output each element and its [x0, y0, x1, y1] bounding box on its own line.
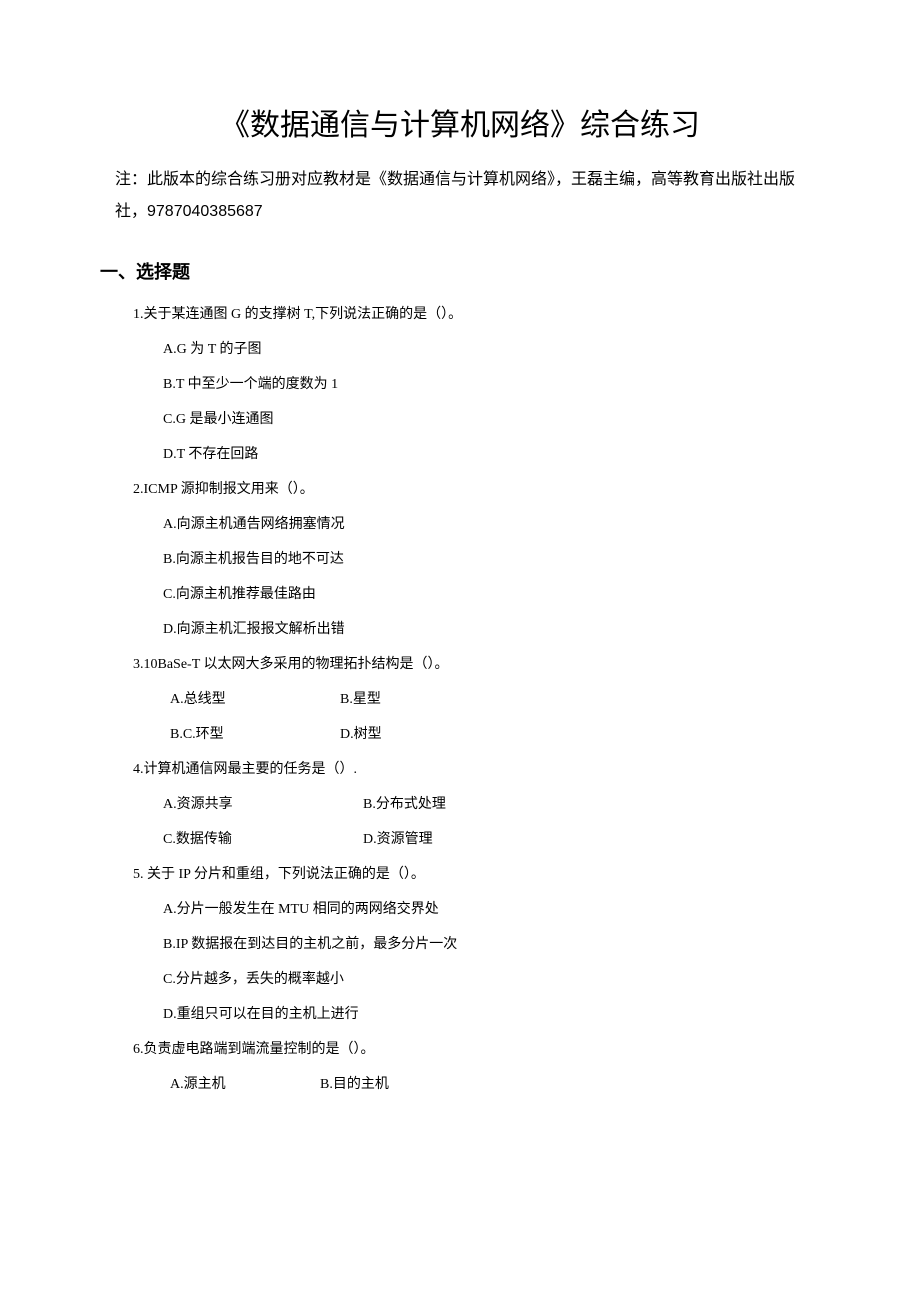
- question-item: 4.计算机通信网最主要的任务是（）. A.资源共享 B.分布式处理 C.数据传输…: [115, 759, 805, 850]
- option: D.资源管理: [363, 829, 563, 850]
- option: C.G 是最小连通图: [163, 409, 805, 430]
- option: D.T 不存在回路: [163, 444, 805, 465]
- question-item: 6.负责虚电路端到端流量控制的是（）。 A.源主机 B.目的主机: [115, 1039, 805, 1095]
- option: B.T 中至少一个端的度数为 1: [163, 374, 805, 395]
- question-text: 4.计算机通信网最主要的任务是（）.: [133, 759, 805, 780]
- option: C.分片越多，丢失的概率越小: [163, 969, 805, 990]
- option: D.向源主机汇报报文解析出错: [163, 619, 805, 640]
- option: B.目的主机: [320, 1074, 490, 1095]
- option: A.总线型: [170, 689, 340, 710]
- question-text: 5. 关于 IP 分片和重组，下列说法正确的是（）。: [133, 864, 805, 885]
- option-list: A.向源主机通告网络拥塞情况 B.向源主机报告目的地不可达 C.向源主机推荐最佳…: [163, 514, 805, 640]
- question-item: 1.关于某连通图 G 的支撑树 T,下列说法正确的是（）。 A.G 为 T 的子…: [115, 304, 805, 465]
- document-note: 注：此版本的综合练习册对应教材是《数据通信与计算机网络》，王磊主编，高等教育出版…: [115, 164, 805, 228]
- option: B.向源主机报告目的地不可达: [163, 549, 805, 570]
- option: B.星型: [340, 689, 510, 710]
- option: A.分片一般发生在 MTU 相同的两网络交界处: [163, 899, 805, 920]
- option: A.资源共享: [163, 794, 363, 815]
- option: B.IP 数据报在到达目的主机之前，最多分片一次: [163, 934, 805, 955]
- option: C.向源主机推荐最佳路由: [163, 584, 805, 605]
- option: D.树型: [340, 724, 510, 745]
- option-row: A.资源共享 B.分布式处理: [163, 794, 805, 815]
- option: B.C.环型: [170, 724, 340, 745]
- question-item: 2.ICMP 源抑制报文用来（）。 A.向源主机通告网络拥塞情况 B.向源主机报…: [115, 479, 805, 640]
- option: D.重组只可以在目的主机上进行: [163, 1004, 805, 1025]
- question-item: 5. 关于 IP 分片和重组，下列说法正确的是（）。 A.分片一般发生在 MTU…: [115, 864, 805, 1025]
- option-row: A.总线型 B.星型: [170, 689, 805, 710]
- section-heading: 一、选择题: [100, 258, 805, 284]
- question-item: 3.10BaSe-T 以太网大多采用的物理拓扑结构是（）。 A.总线型 B.星型…: [115, 654, 805, 745]
- document-page: 《数据通信与计算机网络》综合练习 注：此版本的综合练习册对应教材是《数据通信与计…: [0, 0, 920, 1189]
- option-list: A.分片一般发生在 MTU 相同的两网络交界处 B.IP 数据报在到达目的主机之…: [163, 899, 805, 1025]
- question-text: 3.10BaSe-T 以太网大多采用的物理拓扑结构是（）。: [133, 654, 805, 675]
- option-row: C.数据传输 D.资源管理: [163, 829, 805, 850]
- option: C.数据传输: [163, 829, 363, 850]
- option-row: B.C.环型 D.树型: [170, 724, 805, 745]
- option: A.G 为 T 的子图: [163, 339, 805, 360]
- option-list: A.G 为 T 的子图 B.T 中至少一个端的度数为 1 C.G 是最小连通图 …: [163, 339, 805, 465]
- option: A.向源主机通告网络拥塞情况: [163, 514, 805, 535]
- question-text: 2.ICMP 源抑制报文用来（）。: [133, 479, 805, 500]
- document-title: 《数据通信与计算机网络》综合练习: [115, 100, 805, 144]
- question-text: 6.负责虚电路端到端流量控制的是（）。: [133, 1039, 805, 1060]
- question-text: 1.关于某连通图 G 的支撑树 T,下列说法正确的是（）。: [133, 304, 805, 325]
- option: A.源主机: [170, 1074, 320, 1095]
- option: B.分布式处理: [363, 794, 563, 815]
- option-row: A.源主机 B.目的主机: [170, 1074, 805, 1095]
